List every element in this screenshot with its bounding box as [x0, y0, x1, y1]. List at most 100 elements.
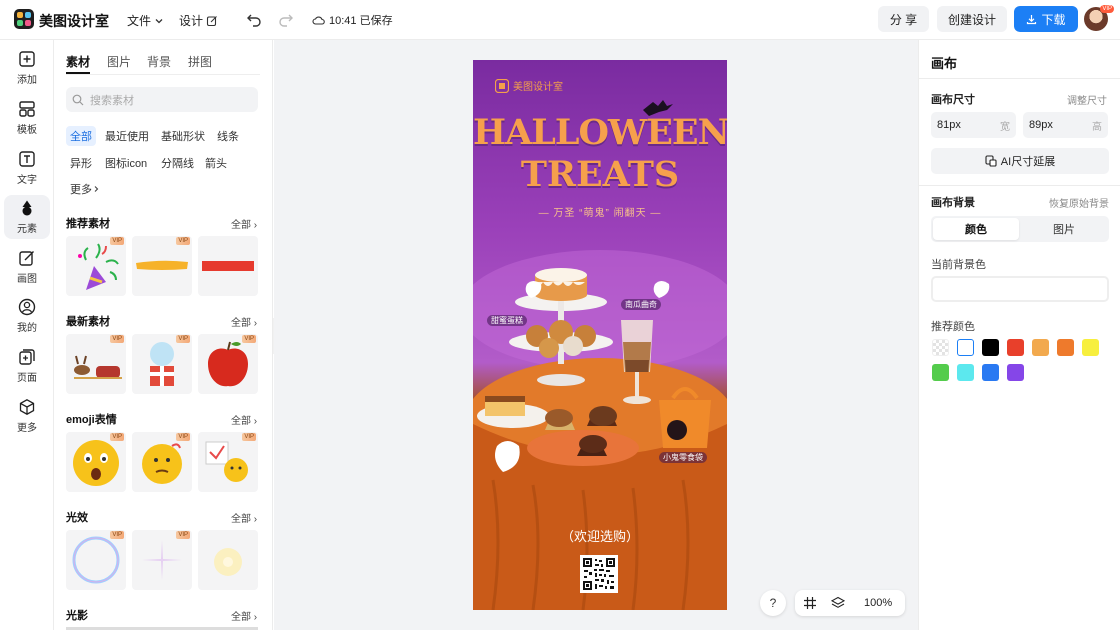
poster-title-line1[interactable]: HALLOWEEN [473, 114, 727, 152]
poster-label-cake[interactable]: 甜蜜蛋糕 [487, 315, 527, 326]
bg-type-toggle: 颜色 图片 [931, 216, 1109, 242]
share-button[interactable]: 分 享 [878, 6, 929, 32]
chip-all[interactable]: 全部 [66, 126, 96, 146]
file-menu[interactable]: 文件 [127, 12, 164, 29]
cube-icon [19, 399, 35, 415]
nav-item-elements[interactable]: 元素 [4, 195, 50, 239]
tab-color[interactable]: 颜色 [933, 218, 1019, 240]
nav-item-add[interactable]: 添加 [4, 46, 50, 90]
section-all-link[interactable]: 全部 › [231, 608, 257, 623]
chip-irregular[interactable]: 异形 [66, 153, 96, 173]
chip-arrows[interactable]: 箭头 [201, 153, 231, 173]
poster-welcome[interactable]: （欢迎选购） [473, 526, 727, 545]
nav-item-mine[interactable]: 我的 [4, 294, 50, 338]
redo-icon[interactable] [277, 11, 295, 29]
vip-badge: VIP [176, 433, 190, 441]
layers-icon[interactable] [831, 596, 845, 610]
restore-bg-link[interactable]: 恢复原始背景 [1049, 195, 1109, 210]
nav-item-pages[interactable]: 页面 [4, 344, 50, 388]
color-swatch[interactable] [982, 364, 999, 381]
ai-resize-label: AI尺寸延展 [1000, 156, 1056, 168]
download-button[interactable]: 下载 [1014, 6, 1078, 32]
chip-basic-shapes[interactable]: 基础形状 [157, 126, 209, 146]
asset-thumb[interactable] [198, 236, 258, 296]
nav-item-more[interactable]: 更多 [4, 394, 50, 438]
app-brand: 美图设计室 [39, 13, 109, 29]
color-swatch[interactable] [982, 339, 999, 356]
chip-lines[interactable]: 线条 [213, 126, 243, 146]
asset-thumb[interactable] [198, 530, 258, 590]
poster-label-cookies[interactable]: 南瓜曲奇 [621, 299, 661, 310]
nav-item-label: 模板 [17, 125, 37, 136]
asset-thumb[interactable]: VIP [66, 530, 126, 590]
color-swatch[interactable] [1082, 339, 1099, 356]
nav-item-draw[interactable]: 画图 [4, 245, 50, 289]
asset-thumb[interactable]: VIP [66, 432, 126, 492]
tab-divider [66, 74, 260, 75]
poster-brand-logo-icon [495, 78, 509, 93]
design-canvas[interactable]: 美图设计室 HALLOWEEN TREATS — 万圣 “萌鬼” 闹翻天 — 甜… [473, 60, 727, 610]
asset-thumb[interactable]: VIP [198, 334, 258, 394]
poster-title-line2[interactable]: TREATS [473, 156, 727, 194]
tab-image[interactable]: 图片 [1021, 218, 1107, 240]
asset-thumb[interactable]: VIP [132, 432, 192, 492]
chick-emoji-icon [205, 441, 248, 482]
search-input[interactable]: 搜索素材 [66, 87, 258, 112]
undo-icon[interactable] [245, 11, 263, 29]
poster-label-snack-bag[interactable]: 小鬼零食袋 [659, 452, 707, 463]
text-icon [19, 151, 35, 167]
section-all-link[interactable]: 全部 › [231, 412, 257, 427]
poster-brand[interactable]: 美图设计室 [495, 78, 563, 93]
asset-thumb[interactable]: VIP [66, 334, 126, 394]
chip-more-label: 更多 [70, 184, 92, 196]
section-all-label: 全部 [231, 612, 251, 623]
section-all-link[interactable]: 全部 › [231, 216, 257, 231]
chip-more[interactable]: 更多 [66, 179, 104, 199]
poster-brand-text: 美图设计室 [513, 82, 563, 93]
grid-icon[interactable] [803, 596, 817, 610]
qr-code[interactable] [580, 555, 618, 593]
ai-resize-button[interactable]: AI尺寸延展 [931, 148, 1109, 174]
properties-panel: 画布 画布尺寸 调整尺寸 81px 宽 89px 高 AI尺寸延展 画布背景 恢… [918, 40, 1120, 630]
zoom-level[interactable]: 100% [864, 597, 892, 609]
asset-thumb[interactable]: VIP [132, 334, 192, 394]
help-button[interactable]: ? [760, 590, 786, 616]
avatar[interactable]: VIP [1084, 5, 1114, 31]
design-menu[interactable]: 设计 [179, 12, 218, 29]
height-field[interactable]: 89px 高 [1023, 112, 1108, 138]
color-swatch[interactable] [1007, 364, 1024, 381]
asset-thumb[interactable]: VIP [66, 236, 126, 296]
glow-light-icon [214, 548, 242, 576]
chip-icons[interactable]: 图标icon [101, 153, 151, 173]
color-swatch[interactable] [957, 339, 974, 356]
chip-dividers[interactable]: 分隔线 [157, 153, 198, 173]
nav-item-text[interactable]: 文字 [4, 146, 50, 190]
nav-item-templates[interactable]: 模板 [4, 96, 50, 140]
color-swatch[interactable] [1057, 339, 1074, 356]
section-all-link[interactable]: 全部 › [231, 510, 257, 525]
color-swatch[interactable] [1032, 339, 1049, 356]
width-field[interactable]: 81px 宽 [931, 112, 1016, 138]
swatch-transparent[interactable] [932, 339, 949, 356]
tab-collage[interactable]: 拼图 [188, 53, 212, 70]
design-menu-label: 设计 [179, 14, 204, 28]
color-swatch[interactable] [932, 364, 949, 381]
color-swatch[interactable] [1007, 339, 1024, 356]
asset-thumb[interactable]: VIP [132, 530, 192, 590]
tab-images[interactable]: 图片 [107, 53, 131, 70]
tab-materials[interactable]: 素材 [66, 53, 90, 70]
asset-thumb[interactable]: VIP [132, 236, 192, 296]
resize-link[interactable]: 调整尺寸 [1067, 92, 1107, 107]
shocked-emoji-icon [73, 440, 119, 486]
create-design-button[interactable]: 创建设计 [937, 6, 1007, 32]
asset-thumb[interactable]: VIP [198, 432, 258, 492]
color-swatch[interactable] [957, 364, 974, 381]
current-bg-color[interactable] [931, 276, 1109, 302]
vip-badge: VIP [242, 335, 256, 343]
section-all-link[interactable]: 全部 › [231, 314, 257, 329]
poster-subtitle[interactable]: — 万圣 “萌鬼” 闹翻天 — [473, 204, 727, 219]
chip-recent[interactable]: 最近使用 [101, 126, 153, 146]
app-logo-icon[interactable] [14, 9, 34, 29]
tab-backgrounds[interactable]: 背景 [147, 53, 171, 70]
shapes-icon [22, 200, 32, 216]
